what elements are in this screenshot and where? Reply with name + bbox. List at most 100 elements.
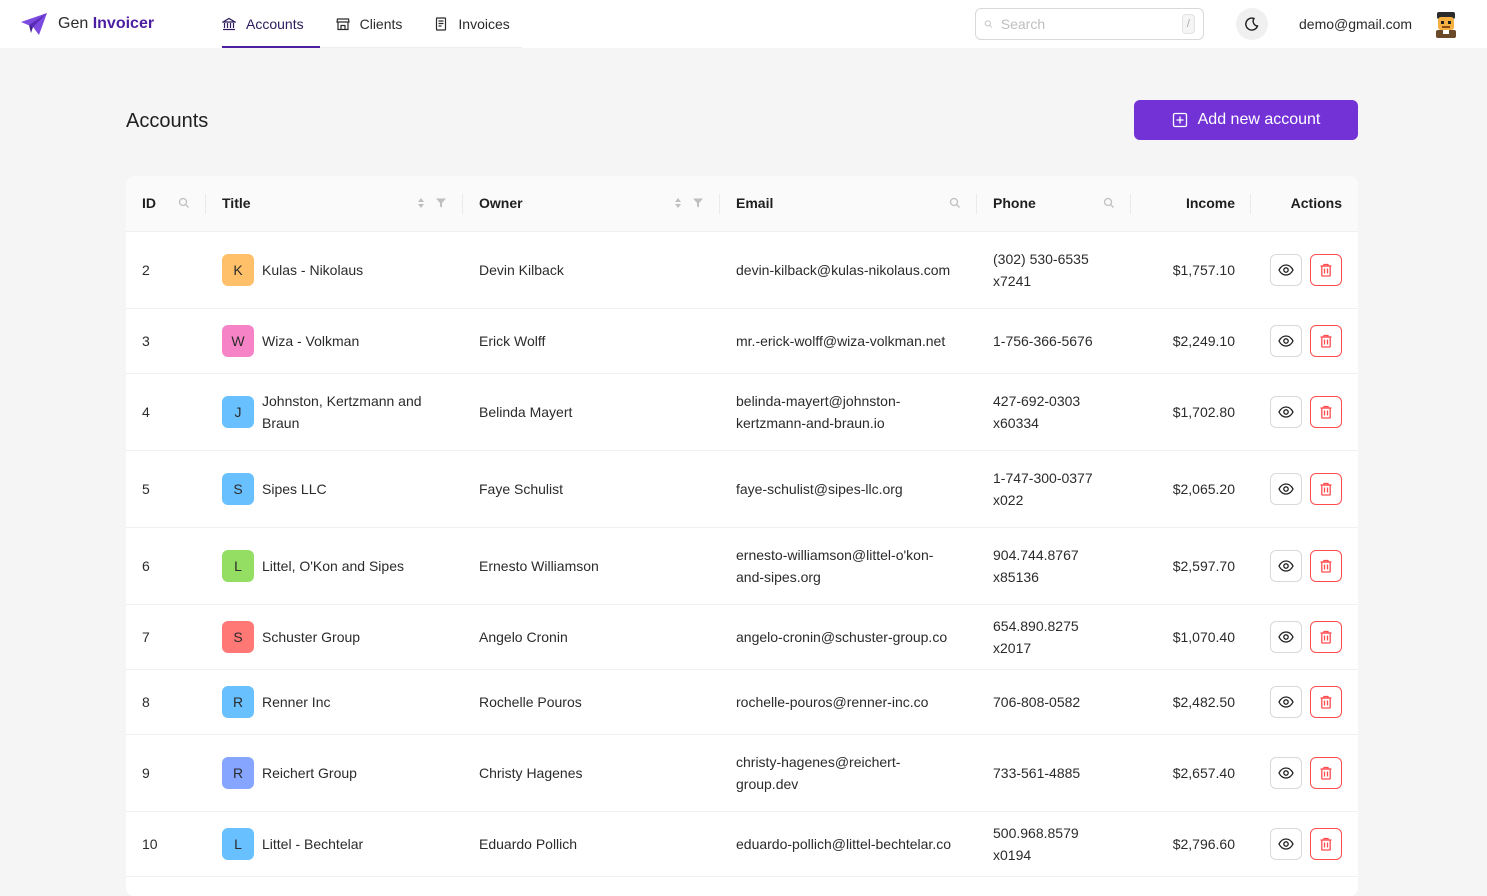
cell-title: W Wiza - Volkman xyxy=(206,308,463,374)
view-button[interactable] xyxy=(1270,620,1302,653)
trash-icon xyxy=(1320,334,1332,348)
account-title: Sipes LLC xyxy=(262,480,327,497)
cell-income: $2,482.50 xyxy=(1131,669,1251,735)
search-icon[interactable] xyxy=(178,197,190,209)
cell-phone: 904.744.8767 x85136 xyxy=(977,527,1131,605)
account-initial-badge: L xyxy=(222,827,254,860)
nav-tab-accounts[interactable]: Accounts xyxy=(222,0,320,48)
nav-tab-invoices[interactable]: Invoices xyxy=(434,0,525,48)
table-row[interactable]: 3 W Wiza - Volkman Erick Wolff mr.-erick-wol… xyxy=(126,308,1358,374)
filter-icon[interactable] xyxy=(435,197,447,209)
table-row[interactable]: 7 S Schuster Group Angelo Cronin angelo-cron… xyxy=(126,604,1358,670)
eye-icon xyxy=(1278,482,1294,495)
cell-actions xyxy=(1251,669,1358,735)
paper-plane-logo-icon xyxy=(21,13,47,35)
view-button[interactable] xyxy=(1270,472,1302,505)
delete-button[interactable] xyxy=(1310,685,1342,718)
account-initial-badge: S xyxy=(222,620,254,653)
table-row[interactable]: 4 J Johnston, Kertzmann and Braun Belinda M… xyxy=(126,373,1358,451)
cell-id: 2 xyxy=(126,231,206,309)
search-icon[interactable] xyxy=(949,197,961,209)
cell-id: 5 xyxy=(126,450,206,528)
column-label: Phone xyxy=(993,195,1036,212)
column-label: ID xyxy=(142,195,156,212)
cell-email: eduardo-pollich@littel-bechtelar.co xyxy=(720,811,977,877)
view-button[interactable] xyxy=(1270,756,1302,789)
delete-button[interactable] xyxy=(1310,549,1342,582)
view-button[interactable] xyxy=(1270,395,1302,428)
cell-phone: 706-808-0582 xyxy=(977,669,1131,735)
table-row[interactable]: 10 L Littel - Bechtelar Eduardo Pollich edua… xyxy=(126,811,1358,877)
delete-button[interactable] xyxy=(1310,756,1342,789)
cell-income: $1,702.80 xyxy=(1131,373,1251,451)
eye-icon xyxy=(1278,630,1294,643)
cell-title: K Kulas - Nikolaus xyxy=(206,231,463,309)
cell-phone: 1-756-366-5676 xyxy=(977,308,1131,374)
cell-phone: 427-692-0303 x60334 xyxy=(977,373,1131,451)
delete-button[interactable] xyxy=(1310,620,1342,653)
delete-button[interactable] xyxy=(1310,253,1342,286)
search-icon[interactable] xyxy=(1103,197,1115,209)
user-email: demo@gmail.com xyxy=(1299,16,1413,32)
view-button[interactable] xyxy=(1270,685,1302,718)
trash-icon xyxy=(1320,559,1332,573)
cell-owner: Belinda Mayert xyxy=(463,373,720,451)
add-new-account-button[interactable]: Add new account xyxy=(1134,100,1358,140)
nav-tab-clients[interactable]: Clients xyxy=(335,0,419,48)
cell-income: $2,065.20 xyxy=(1131,450,1251,528)
cell-phone: 500.968.8579 x0194 xyxy=(977,811,1131,877)
cell-owner: Erick Wolff xyxy=(463,308,720,374)
moon-icon xyxy=(1245,17,1259,31)
cell-title: S Sipes LLC xyxy=(206,450,463,528)
bank-icon xyxy=(222,17,236,31)
sort-icon[interactable] xyxy=(672,197,684,209)
main-nav: Accounts Clients Invoices xyxy=(222,0,522,48)
table-row[interactable]: 5 S Sipes LLC Faye Schulist faye-schulist@si… xyxy=(126,450,1358,528)
view-button[interactable] xyxy=(1270,549,1302,582)
nav-tab-label: Clients xyxy=(359,16,403,32)
user-avatar[interactable] xyxy=(1430,8,1462,40)
cell-owner: Christy Hagenes xyxy=(463,734,720,812)
account-title: Wiza - Volkman xyxy=(262,332,360,349)
column-label: Title xyxy=(222,195,251,212)
eye-icon xyxy=(1278,695,1294,708)
filter-icon[interactable] xyxy=(692,197,704,209)
account-initial-badge: K xyxy=(222,253,254,286)
cell-income: $2,597.70 xyxy=(1131,527,1251,605)
cell-actions xyxy=(1251,604,1358,670)
account-initial-badge: L xyxy=(222,549,254,582)
account-initial-badge: S xyxy=(222,472,254,505)
cell-actions xyxy=(1251,231,1358,309)
view-button[interactable] xyxy=(1270,253,1302,286)
search-input[interactable] xyxy=(1000,16,1182,32)
cell-owner: Eduardo Pollich xyxy=(463,811,720,877)
delete-button[interactable] xyxy=(1310,472,1342,505)
theme-toggle-button[interactable] xyxy=(1236,8,1268,40)
cell-id: 8 xyxy=(126,669,206,735)
shop-icon xyxy=(335,18,350,31)
table-header-row: ID Title Owner Email Phone Income Action… xyxy=(126,176,1358,232)
table-row[interactable]: 6 L Littel, O'Kon and Sipes Ernesto William… xyxy=(126,527,1358,605)
cell-income: $1,070.40 xyxy=(1131,604,1251,670)
cell-actions xyxy=(1251,373,1358,451)
eye-icon xyxy=(1278,559,1294,572)
delete-button[interactable] xyxy=(1310,827,1342,860)
delete-button[interactable] xyxy=(1310,395,1342,428)
cell-income: $2,796.60 xyxy=(1131,811,1251,877)
search-box[interactable]: / xyxy=(975,8,1204,40)
table-row[interactable]: 2 K Kulas - Nikolaus Devin Kilback devin-kil… xyxy=(126,231,1358,309)
delete-button[interactable] xyxy=(1310,324,1342,357)
cell-title: R Renner Inc xyxy=(206,669,463,735)
account-title: Littel - Bechtelar xyxy=(262,835,364,852)
cell-phone: 1-747-300-0377 x022 xyxy=(977,450,1131,528)
view-button[interactable] xyxy=(1270,827,1302,860)
account-title: Schuster Group xyxy=(262,628,361,645)
trash-icon xyxy=(1320,630,1332,644)
table-row[interactable]: 9 R Reichert Group Christy Hagenes christy-h… xyxy=(126,734,1358,812)
brand[interactable]: Gen Invoicer xyxy=(20,12,154,36)
sort-icon[interactable] xyxy=(415,197,427,209)
view-button[interactable] xyxy=(1270,324,1302,357)
table-row[interactable]: 8 R Renner Inc Rochelle Pouros rochelle-pour… xyxy=(126,669,1358,735)
cell-owner: Faye Schulist xyxy=(463,450,720,528)
cell-owner: Angelo Cronin xyxy=(463,604,720,670)
